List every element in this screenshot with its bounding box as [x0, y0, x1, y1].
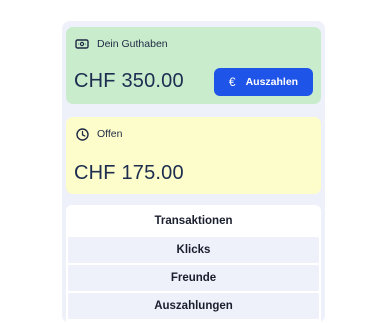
payout-button[interactable]: € Auszahlen — [214, 68, 313, 96]
euro-icon: € — [228, 75, 236, 89]
tab-freunde[interactable]: Freunde — [68, 265, 319, 291]
balance-amount: CHF 350.00 — [74, 70, 184, 92]
wallet-icon — [75, 37, 89, 51]
tab-klicks[interactable]: Klicks — [68, 237, 319, 263]
balance-label: Dein Guthaben — [97, 38, 168, 50]
open-label: Offen — [97, 128, 123, 140]
payout-button-label: Auszahlen — [245, 76, 299, 88]
tab-auszahlungen[interactable]: Auszahlungen — [68, 293, 319, 319]
tab-list: Transaktionen Klicks Freunde Auszahlunge… — [66, 205, 321, 323]
balance-label-row: Dein Guthaben — [75, 37, 168, 51]
open-label-row: Offen — [75, 127, 123, 141]
tab-transaktionen[interactable]: Transaktionen — [68, 208, 319, 234]
open-card: Offen CHF 175.00 — [66, 117, 321, 194]
open-amount: CHF 175.00 — [74, 162, 184, 184]
clock-icon — [75, 127, 89, 141]
balance-card: Dein Guthaben CHF 350.00 € Auszahlen — [66, 27, 321, 104]
